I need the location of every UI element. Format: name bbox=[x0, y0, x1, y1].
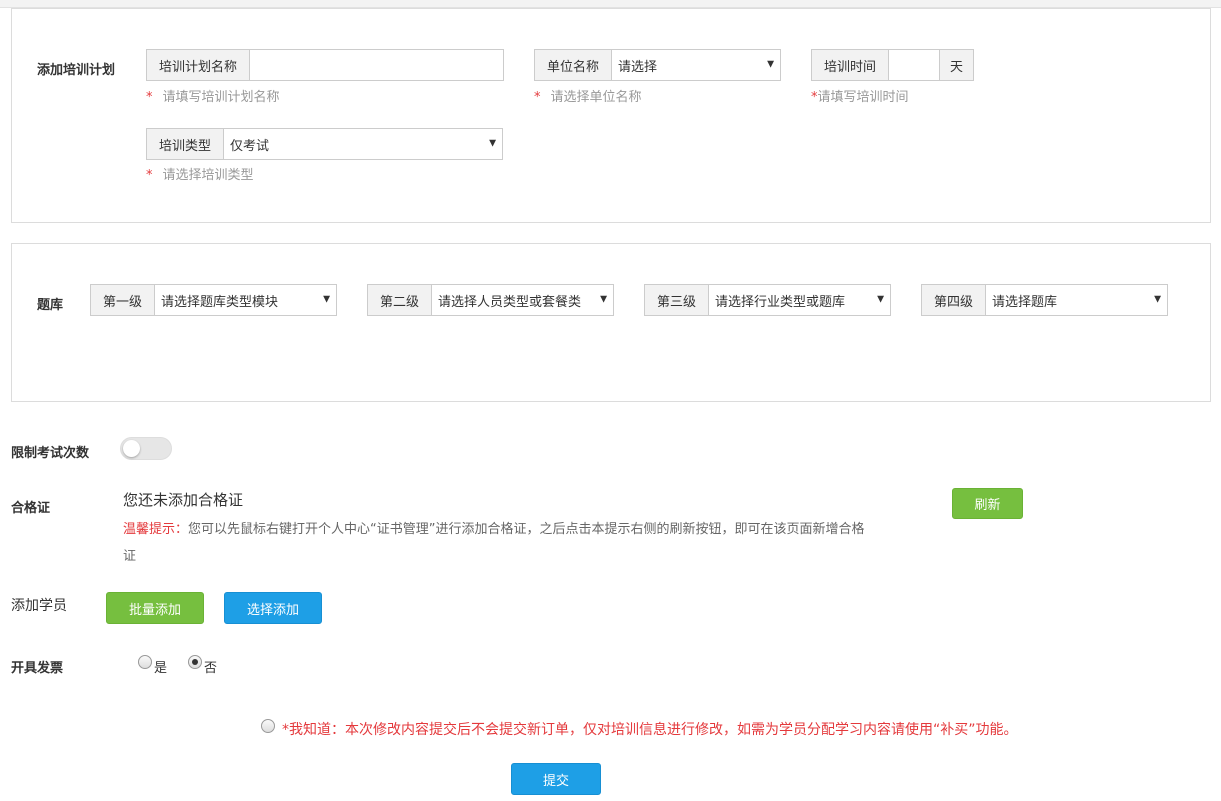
acknowledge-checkbox[interactable] bbox=[261, 719, 275, 733]
question-bank-panel bbox=[11, 243, 1211, 402]
training-time-input[interactable] bbox=[895, 50, 933, 80]
bank-level-1-field[interactable]: 请选择题库类型模块 ▼ bbox=[155, 285, 336, 315]
bank-level-1-addon: 第一级 bbox=[91, 285, 156, 315]
unit-select[interactable]: 请选择 ▼ bbox=[612, 50, 780, 80]
plan-name-field[interactable] bbox=[250, 50, 503, 80]
training-time-hint: *请填写培训时间 bbox=[811, 86, 909, 105]
invoice-no-radio[interactable] bbox=[188, 655, 202, 669]
bank-level-3-addon: 第三级 bbox=[645, 285, 710, 315]
acknowledge-text: *我知道：本次修改内容提交后不会提交新订单，仅对培训信息进行修改，如需为学员分配… bbox=[282, 722, 1018, 738]
bank-level-2-select[interactable]: 第二级 请选择人员类型或套餐类 ▼ bbox=[367, 284, 614, 316]
unit-addon: 单位名称 bbox=[535, 50, 613, 80]
chevron-down-icon: ▼ bbox=[600, 294, 607, 305]
refresh-button[interactable]: 刷新 bbox=[952, 488, 1023, 519]
bank-level-3-value: 请选择行业类型或题库 bbox=[715, 294, 846, 310]
chevron-down-icon: ▼ bbox=[489, 138, 496, 149]
bank-level-2-field[interactable]: 请选择人员类型或套餐类 ▼ bbox=[432, 285, 613, 315]
certificate-empty-text: 您还未添加合格证 bbox=[123, 491, 244, 509]
unit-hint: * 请选择单位名称 bbox=[534, 86, 642, 105]
bank-level-2-addon: 第二级 bbox=[368, 285, 433, 315]
select-add-button[interactable]: 选择添加 bbox=[224, 592, 322, 624]
chevron-down-icon: ▼ bbox=[767, 59, 774, 70]
training-type-value: 仅考试 bbox=[230, 138, 270, 154]
required-mark: * bbox=[534, 90, 541, 105]
bank-level-3-select[interactable]: 第三级 请选择行业类型或题库 ▼ bbox=[644, 284, 891, 316]
bank-level-4-select[interactable]: 第四级 请选择题库 ▼ bbox=[921, 284, 1168, 316]
plan-name-group: 培训计划名称 bbox=[146, 49, 504, 81]
chevron-down-icon: ▼ bbox=[877, 294, 884, 305]
bank-level-4-addon: 第四级 bbox=[922, 285, 987, 315]
batch-add-button[interactable]: 批量添加 bbox=[106, 592, 204, 624]
limit-attempts-toggle[interactable] bbox=[120, 437, 172, 460]
add-students-label: 添加学员 bbox=[11, 598, 67, 614]
certificate-tip-line-1: 温馨提示：您可以先鼠标右键打开个人中心“证书管理”进行添加合格证，之后点击本提示… bbox=[123, 518, 865, 537]
unit-select-value: 请选择 bbox=[618, 59, 658, 75]
plan-name-hint: * 请填写培训计划名称 bbox=[146, 86, 280, 105]
training-time-field[interactable] bbox=[889, 50, 939, 80]
toggle-knob bbox=[123, 440, 140, 457]
required-mark: * bbox=[146, 90, 153, 105]
training-time-group: 培训时间 天 bbox=[811, 49, 974, 81]
training-type-addon: 培训类型 bbox=[147, 129, 225, 159]
training-type-select[interactable]: 仅考试 ▼ bbox=[224, 129, 502, 159]
submit-button[interactable]: 提交 bbox=[511, 763, 601, 795]
tip-text: 您可以先鼠标右键打开个人中心“证书管理”进行添加合格证，之后点击本提示右侧的刷新… bbox=[188, 522, 865, 537]
chevron-down-icon: ▼ bbox=[323, 294, 330, 305]
training-plan-panel bbox=[11, 8, 1211, 223]
training-time-suffix: 天 bbox=[938, 50, 973, 80]
question-bank-section-label: 题库 bbox=[37, 298, 64, 313]
certificate-label: 合格证 bbox=[11, 501, 51, 516]
bank-level-2-value: 请选择人员类型或套餐类 bbox=[438, 294, 582, 310]
plan-name-input[interactable] bbox=[256, 50, 497, 80]
bank-level-4-field[interactable]: 请选择题库 ▼ bbox=[986, 285, 1167, 315]
plan-name-addon: 培训计划名称 bbox=[147, 50, 251, 80]
training-type-hint: * 请选择培训类型 bbox=[146, 164, 254, 183]
training-plan-section-label: 添加培训计划 bbox=[37, 63, 116, 78]
training-type-hint-text: 请选择培训类型 bbox=[162, 168, 254, 183]
bank-level-4-value: 请选择题库 bbox=[992, 294, 1058, 310]
limit-attempts-label: 限制考试次数 bbox=[11, 446, 90, 461]
training-time-addon: 培训时间 bbox=[812, 50, 890, 80]
bank-level-1-value: 请选择题库类型模块 bbox=[161, 294, 279, 310]
certificate-tip-line-2: 证 bbox=[123, 549, 137, 564]
unit-select-group[interactable]: 单位名称 请选择 ▼ bbox=[534, 49, 781, 81]
training-type-group[interactable]: 培训类型 仅考试 ▼ bbox=[146, 128, 503, 160]
invoice-yes-radio[interactable] bbox=[138, 655, 152, 669]
training-time-hint-text: 请填写培训时间 bbox=[817, 90, 909, 105]
chevron-down-icon: ▼ bbox=[1154, 294, 1161, 305]
bank-level-3-field[interactable]: 请选择行业类型或题库 ▼ bbox=[709, 285, 890, 315]
required-mark: * bbox=[146, 168, 153, 183]
unit-hint-text: 请选择单位名称 bbox=[550, 90, 642, 105]
tip-prefix: 温馨提示： bbox=[123, 522, 189, 537]
invoice-label: 开具发票 bbox=[11, 661, 64, 676]
invoice-no-label: 否 bbox=[204, 661, 218, 676]
top-divider bbox=[0, 0, 1221, 8]
plan-name-hint-text: 请填写培训计划名称 bbox=[162, 90, 280, 105]
bank-level-1-select[interactable]: 第一级 请选择题库类型模块 ▼ bbox=[90, 284, 337, 316]
invoice-yes-label: 是 bbox=[154, 661, 168, 676]
